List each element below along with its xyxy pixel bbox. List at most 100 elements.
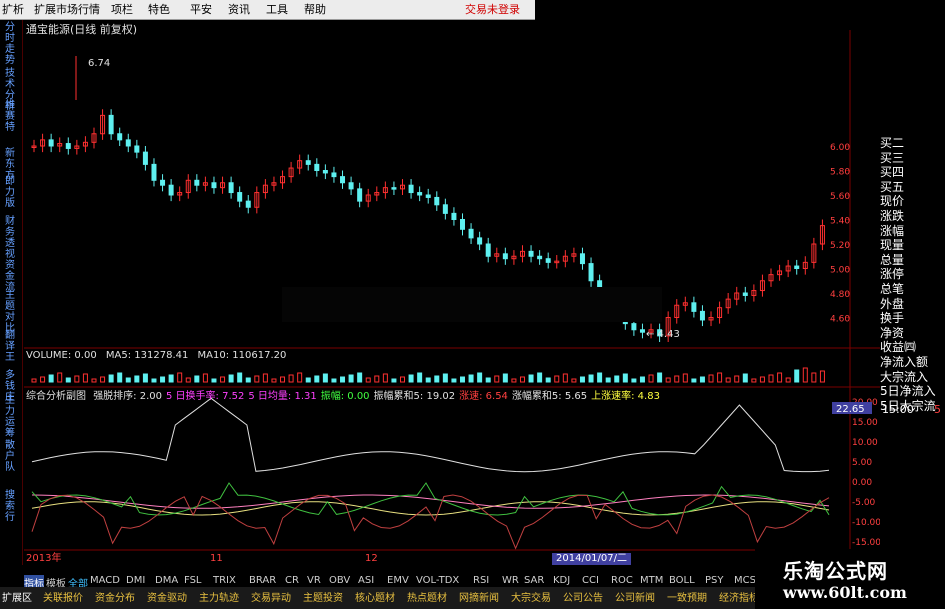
quote-field-8: 总量 xyxy=(880,252,905,267)
info-tab-7[interactable]: 核心题材 xyxy=(355,589,395,604)
indicator-tab-20[interactable]: ROC xyxy=(611,575,633,586)
indicator-tab-6[interactable]: FSL xyxy=(184,575,202,586)
left-tab-12[interactable]: 搜索行 xyxy=(2,490,18,530)
volume-bar-64 xyxy=(579,376,585,383)
info-tab-12[interactable]: 公司新闻 xyxy=(615,589,655,604)
indicator-tab-13[interactable]: EMV xyxy=(387,575,409,586)
volume-bar-67 xyxy=(605,377,611,383)
info-tab-0[interactable]: 扩展区 xyxy=(2,589,32,604)
indicator-tab-18[interactable]: KDJ xyxy=(553,575,570,586)
indicator-tab-22[interactable]: BOLL xyxy=(669,575,695,586)
indicator-tab-9[interactable]: CR xyxy=(285,575,299,586)
volume-bar-72 xyxy=(648,374,654,383)
candle-body-53 xyxy=(485,243,491,257)
info-tab-13[interactable]: 一致预期 xyxy=(667,589,707,604)
indicator-tab-17[interactable]: SAR xyxy=(524,575,544,586)
indicator-tab-19[interactable]: CCI xyxy=(582,575,599,586)
trade-status[interactable]: 交易未登录 xyxy=(465,0,520,19)
indicator-tab-14[interactable]: VOL-TDX xyxy=(416,575,459,586)
menu-item-7[interactable]: 帮助 xyxy=(304,0,326,19)
menu-item-5[interactable]: 资讯 xyxy=(228,0,250,19)
indicator-tab-23[interactable]: PSY xyxy=(705,575,724,586)
indicator-line-white xyxy=(31,397,830,473)
left-tab-0[interactable]: 分时走势 xyxy=(2,22,18,66)
info-tab-5[interactable]: 交易异动 xyxy=(251,589,291,604)
candle-body-19 xyxy=(194,179,200,186)
info-tab-3[interactable]: 资金驱动 xyxy=(147,589,187,604)
candle-body-58 xyxy=(528,250,534,257)
tick-value: 5 xyxy=(934,403,941,416)
indicator-item-4: 振幅累和5: 19.02 xyxy=(373,391,456,402)
quote-field-1: 买三 xyxy=(880,150,905,165)
info-tab-2[interactable]: 资金分布 xyxy=(95,589,135,604)
quote-field-16: 大宗流入 xyxy=(880,369,929,384)
price-tick-label-2: 5.60 xyxy=(830,192,850,202)
volume-bar-82 xyxy=(734,375,740,383)
candle-body-16 xyxy=(168,184,174,196)
volume-bar-6 xyxy=(82,373,88,383)
candle-body-15 xyxy=(160,179,166,186)
date-axis-cursor: 2014/01/07/二 xyxy=(552,553,632,565)
menu-item-4[interactable]: 平安 xyxy=(190,0,212,19)
volume-bar-63 xyxy=(571,378,577,383)
indicator-tab-11[interactable]: OBV xyxy=(329,575,350,586)
volume-bar-46 xyxy=(425,377,431,383)
indicator-tick-7: -15.00 xyxy=(852,538,880,548)
candle-body-46 xyxy=(425,194,431,198)
volume-bar-75 xyxy=(674,375,680,383)
info-tab-1[interactable]: 关联报价 xyxy=(43,589,83,604)
info-tab-10[interactable]: 大宗交易 xyxy=(511,589,551,604)
volume-bar-74 xyxy=(665,377,671,383)
indicator-tab-5[interactable]: DMA xyxy=(155,575,178,586)
quote-field-4: 现价 xyxy=(880,194,905,209)
menu-item-1[interactable]: 扩展市场行情 xyxy=(34,0,100,19)
info-tab-8[interactable]: 热点题材 xyxy=(407,589,447,604)
candle-body-32 xyxy=(305,160,311,165)
volume-bar-27 xyxy=(262,373,268,383)
candle-body-2 xyxy=(48,139,54,147)
info-tab-14[interactable]: 经济指标 xyxy=(719,589,759,604)
indicator-tab-16[interactable]: WR xyxy=(502,575,519,586)
quote-field-13: 净资 xyxy=(880,325,905,340)
left-tab-5[interactable]: 财务透视 xyxy=(2,216,18,260)
indicator-tab-bar: 指标 模板 全部 MACD DMI DMA FSL TRIX BRAR CR VR OBV ASI EMV… xyxy=(24,575,864,590)
info-tab-11[interactable]: 公司公告 xyxy=(563,589,603,604)
indicator-tab-4[interactable]: DMI xyxy=(126,575,145,586)
info-tab-9[interactable]: 网摘新闻 xyxy=(459,589,499,604)
left-tab-11[interactable]: 散户队 xyxy=(2,440,18,480)
candle-body-47 xyxy=(434,196,440,206)
indicator-tab-8[interactable]: BRAR xyxy=(249,575,276,586)
candle-body-70 xyxy=(631,323,637,331)
menu-item-0[interactable]: 扩析 xyxy=(2,0,24,19)
menu-item-6[interactable]: 工具 xyxy=(266,0,288,19)
menu-item-2[interactable]: 项栏 xyxy=(111,0,133,19)
volume-bar-44 xyxy=(408,374,414,383)
volume-bar-14 xyxy=(151,378,157,383)
volume-bar-76 xyxy=(682,373,688,383)
menu-item-3[interactable]: 特色 xyxy=(148,0,170,19)
left-tab-8[interactable]: 翻译王 xyxy=(2,330,18,370)
watermark-title: 乐淘公式网 xyxy=(783,559,888,583)
volume-bar-35 xyxy=(331,378,337,383)
volume-bar-51 xyxy=(468,374,474,383)
indicator-tab-15[interactable]: RSI xyxy=(473,575,489,586)
left-tab-7[interactable]: 主题对比 xyxy=(2,290,18,334)
volume-bar-73 xyxy=(657,372,663,383)
info-tab-6[interactable]: 主题投资 xyxy=(303,589,343,604)
volume-bar-88 xyxy=(785,377,791,383)
candle-body-50 xyxy=(459,219,465,230)
volume-bar-42 xyxy=(391,378,397,383)
info-tab-4[interactable]: 主力轨迹 xyxy=(199,589,239,604)
left-tab-10[interactable]: 主力运筹 xyxy=(2,395,18,439)
left-tab-4[interactable]: 即力版 xyxy=(2,176,18,216)
quote-field-0: 买二 xyxy=(880,136,905,150)
volume-bar-12 xyxy=(134,375,140,383)
indicator-tab-3[interactable]: MACD xyxy=(90,575,120,586)
volume-bar-30 xyxy=(288,374,294,383)
indicator-tab-7[interactable]: TRIX xyxy=(213,575,236,586)
indicator-tab-21[interactable]: MTM xyxy=(640,575,663,586)
indicator-tab-12[interactable]: ASI xyxy=(358,575,374,586)
high-price-label: 6.74 xyxy=(88,58,110,69)
indicator-tab-10[interactable]: VR xyxy=(307,575,321,586)
left-tab-2[interactable]: 维赛特 xyxy=(2,100,18,140)
